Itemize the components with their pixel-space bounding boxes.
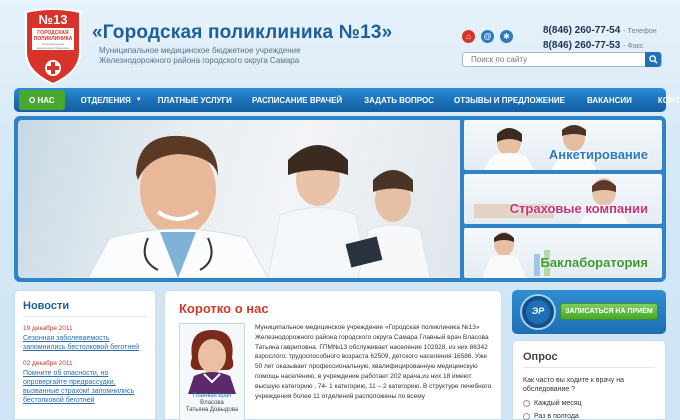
search-bar: [462, 52, 662, 67]
nav-item-departments[interactable]: Отделения ▼: [75, 88, 148, 112]
about-text: Муниципальное медицинское учреждение «Го…: [255, 324, 492, 400]
news-item: 02 декабря 2011 Помните об опасности, но…: [23, 360, 147, 405]
signup-panel: ЭР Записаться на приём: [512, 290, 666, 334]
poll-panel: Опрос Как часто вы ходите к врачу на обс…: [512, 340, 666, 420]
news-panel: Новости 19 декабря 2011 Сезонная заболев…: [14, 290, 156, 420]
header-icons: ⌂ @ ✱: [462, 30, 513, 43]
doctors-photo: [87, 135, 431, 278]
search-input[interactable]: [463, 53, 645, 66]
poll-option-label: Раз в полгода: [534, 413, 579, 420]
hero-banner: Анкетирование Страховые компании Баклабо…: [14, 116, 666, 282]
email-icon[interactable]: @: [481, 30, 494, 43]
chief-doctor-caption: Главный врач Власова Татьяна Довыдова: [180, 393, 244, 414]
logo-name: ГОРОДСКАЯ ПОЛИКЛИНИКА: [33, 30, 73, 42]
poll-question: Как часто вы ходите к врачу на обследова…: [523, 377, 625, 393]
laboratory-image: [482, 232, 550, 278]
er-badge-label: ЭР: [531, 306, 545, 316]
nav-item-reviews[interactable]: Отзывы и предложение: [446, 88, 573, 112]
caption-line: Главный врач: [192, 393, 232, 399]
caption-line: Власова: [200, 400, 224, 406]
survey-image: [484, 125, 596, 170]
news-link[interactable]: Помните об опасности, но опровергайте пр…: [23, 369, 147, 405]
news-heading: Новости: [23, 300, 147, 317]
appointment-button[interactable]: Записаться на приём: [560, 303, 658, 320]
clinic-logo[interactable]: №13 ГОРОДСКАЯ ПОЛИКЛИНИКА Специализация …: [20, 6, 86, 86]
about-panel: Коротко о нас Главный врач Власова Татья…: [164, 290, 502, 420]
poll-option[interactable]: Каждый месяц: [523, 400, 655, 407]
insurance-image: [474, 178, 628, 224]
chief-doctor-photo: Главный врач Власова Татьяна Довыдова: [179, 323, 245, 420]
nav-item-schedule[interactable]: Расписание врачей: [242, 88, 352, 112]
site-subtitle-line2: Железнодорожного района городского округ…: [99, 56, 300, 65]
logo-tagline: Специализация медицинских Медицине сохра…: [36, 43, 70, 50]
phone-block: 8(846) 260-77-54- Телефон 8(846) 260-77-…: [543, 24, 657, 54]
poll-option[interactable]: Раз в полгода: [523, 413, 655, 420]
nav-item-about[interactable]: О нас: [19, 90, 65, 110]
radio-button[interactable]: [523, 413, 530, 420]
poll-heading: Опрос: [523, 351, 655, 368]
side-link-laboratory[interactable]: Баклаборатория: [464, 228, 662, 278]
fax-label: - Факс: [623, 43, 644, 50]
phone-number[interactable]: 8(846) 260-77-54: [543, 25, 620, 36]
main-nav: О нас Отделения ▼ Платные услуги Расписа…: [14, 88, 680, 112]
chief-doctor-image: [188, 330, 236, 394]
search-button[interactable]: [645, 52, 661, 67]
nav-item-label: Отделения: [80, 95, 131, 105]
radio-button[interactable]: [523, 400, 530, 407]
nav-item-vacancies[interactable]: Вакансии: [573, 88, 646, 112]
side-link-insurance[interactable]: Страховые компании: [464, 174, 662, 224]
news-item: 19 декабря 2011 Сезонная заболеваемость …: [23, 325, 147, 352]
side-link-label: Баклаборатория: [540, 255, 648, 270]
nav-item-paid-services[interactable]: Платные услуги: [148, 88, 242, 112]
poll-option-label: Каждый месяц: [534, 400, 582, 407]
news-link[interactable]: Сезонная заболеваемость запомнились бест…: [23, 334, 147, 352]
about-heading: Коротко о нас: [179, 301, 269, 316]
side-link-label: Страховые компании: [509, 201, 648, 216]
side-link-survey[interactable]: Анкетирование: [464, 120, 662, 170]
news-date: 19 декабря 2011: [23, 325, 73, 332]
site-subtitle-line1: Муниципальное медицинское бюджетное учре…: [99, 46, 301, 55]
home-icon[interactable]: ⌂: [462, 30, 475, 43]
chevron-down-icon: ▼: [135, 97, 142, 103]
settings-icon[interactable]: ✱: [500, 30, 513, 43]
news-date: 02 декабря 2011: [23, 360, 73, 367]
nav-item-ask-question[interactable]: Задать вопрос: [352, 88, 446, 112]
site-title: «Городская поликлиника №13»: [92, 22, 393, 43]
site-subtitle: Муниципальное медицинское бюджетное учре…: [99, 46, 339, 66]
search-icon: [648, 55, 658, 64]
fax-number[interactable]: 8(846) 260-77-53: [543, 40, 620, 51]
hero-image: [18, 120, 460, 278]
logo-number: №13: [38, 12, 68, 27]
nav-item-contacts[interactable]: Контакты: [646, 88, 680, 112]
side-link-label: Анкетирование: [548, 147, 648, 162]
caption-line: Татьяна Довыдова: [185, 407, 239, 413]
phone-label: - Телефон: [623, 28, 657, 35]
